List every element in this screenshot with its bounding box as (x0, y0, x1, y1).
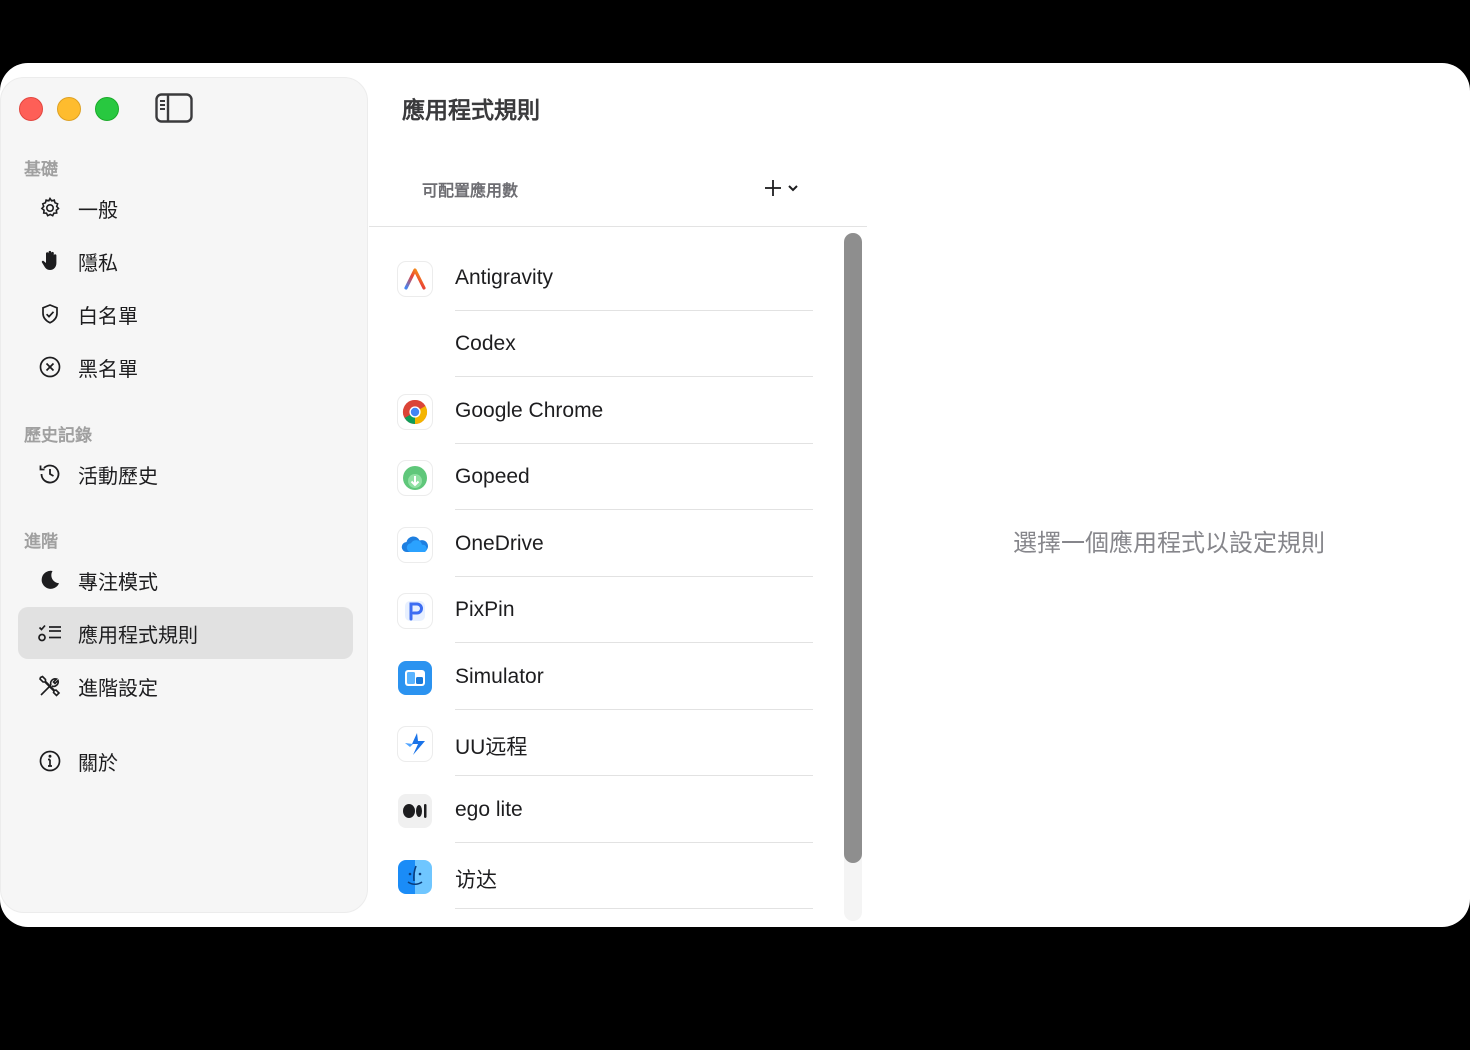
list-item[interactable]: Codex (369, 311, 839, 377)
list-item[interactable]: OneDrive (369, 511, 839, 577)
zoom-window-button[interactable] (95, 97, 119, 121)
add-app-button[interactable] (762, 175, 808, 201)
sidebar-item-label: 一般 (78, 199, 118, 222)
pixpin-app-icon (398, 594, 432, 628)
minimize-window-button[interactable] (57, 97, 81, 121)
list-item[interactable]: 访达 (369, 843, 839, 909)
onedrive-app-icon (398, 528, 432, 562)
section-label-history: 歷史記錄 (24, 426, 92, 445)
app-name: Simulator (455, 665, 544, 688)
row-divider (455, 376, 813, 377)
gear-icon (36, 194, 64, 222)
app-name: ego lite (455, 798, 523, 821)
close-window-button[interactable] (19, 97, 43, 121)
app-name: Antigravity (455, 266, 554, 289)
chevron-down-icon (788, 185, 798, 192)
list-item[interactable]: Simulator (369, 644, 839, 710)
sidebar-toggle-icon (155, 93, 193, 123)
list-item[interactable]: UU远程 (369, 710, 839, 776)
app-name: PixPin (455, 598, 515, 621)
app-name: UU远程 (455, 736, 528, 759)
sidebar-item-privacy[interactable]: 隱私 (18, 235, 353, 287)
sidebar-item-label: 進階設定 (78, 677, 158, 700)
shield-check-icon (36, 300, 64, 328)
sidebar-item-focus-mode[interactable]: 專注模式 (18, 554, 353, 606)
sidebar-item-label: 黑名單 (78, 358, 138, 381)
sidebar-item-blacklist[interactable]: 黑名單 (18, 341, 353, 393)
sidebar-item-label: 關於 (78, 752, 118, 775)
tools-icon (36, 672, 64, 700)
sidebar-item-label: 活動歷史 (78, 465, 158, 488)
ego-lite-app-icon (398, 794, 432, 828)
gopeed-app-icon (398, 461, 432, 495)
configurable-apps-label: 可配置應用數 (422, 183, 519, 200)
x-circle-icon (36, 353, 64, 381)
sidebar-item-label: 專注模式 (78, 571, 158, 594)
plus-icon (765, 180, 781, 196)
sidebar-item-activity-history[interactable]: 活動歷史 (18, 448, 353, 500)
header-divider (369, 226, 867, 227)
row-divider (455, 642, 813, 643)
sidebar-item-label: 白名單 (78, 305, 138, 328)
sidebar-item-whitelist[interactable]: 白名單 (18, 288, 353, 340)
hand-icon (36, 247, 64, 275)
list-item[interactable]: Antigravity (369, 245, 839, 311)
app-name: Codex (455, 332, 516, 355)
simulator-app-icon (398, 661, 432, 695)
app-name: Gopeed (455, 465, 530, 488)
row-divider (455, 908, 813, 909)
row-divider (455, 775, 813, 776)
antigravity-app-icon (398, 262, 432, 296)
history-icon (36, 460, 64, 488)
finder-app-icon (398, 860, 432, 894)
list-item[interactable]: ego lite (369, 777, 839, 843)
info-icon (36, 747, 64, 775)
sidebar-item-label: 隱私 (78, 252, 118, 275)
sidebar-item-about[interactable]: 關於 (18, 735, 353, 787)
page-title: 應用程式規則 (402, 97, 540, 123)
section-label-basics: 基礎 (24, 160, 58, 179)
scrollbar-thumb[interactable] (844, 233, 862, 863)
empty-detail-hint: 選擇一個應用程式以設定規則 (1013, 530, 1325, 557)
list-item[interactable]: Gopeed (369, 444, 839, 510)
uu-remote-app-icon (398, 727, 432, 761)
app-name: Google Chrome (455, 399, 604, 422)
app-list[interactable]: Antigravity Codex Google Chrome Gopeed O… (369, 229, 839, 927)
sidebar-item-app-rules[interactable]: 應用程式規則 (18, 607, 353, 659)
app-name: OneDrive (455, 532, 544, 555)
app-name: 访达 (455, 869, 497, 892)
app-window: 基礎 一般 隱私 白名單 黑名單 歷史記錄 活動歷史 進階 專注模式 應用程式規… (0, 63, 1470, 927)
row-divider (455, 509, 813, 510)
sidebar-item-advanced-settings[interactable]: 進階設定 (18, 660, 353, 712)
chrome-app-icon (398, 395, 432, 429)
sidebar-item-general[interactable]: 一般 (18, 182, 353, 234)
list-item[interactable]: PixPin (369, 577, 839, 643)
list-item[interactable]: Google Chrome (369, 378, 839, 444)
sidebar-item-label: 應用程式規則 (78, 624, 198, 647)
moon-icon (36, 566, 64, 594)
list-rules-icon (36, 619, 64, 647)
section-label-advanced: 進階 (24, 532, 58, 551)
sidebar-toggle-button[interactable] (154, 91, 194, 125)
sidebar: 基礎 一般 隱私 白名單 黑名單 歷史記錄 活動歷史 進階 專注模式 應用程式規… (0, 77, 368, 913)
